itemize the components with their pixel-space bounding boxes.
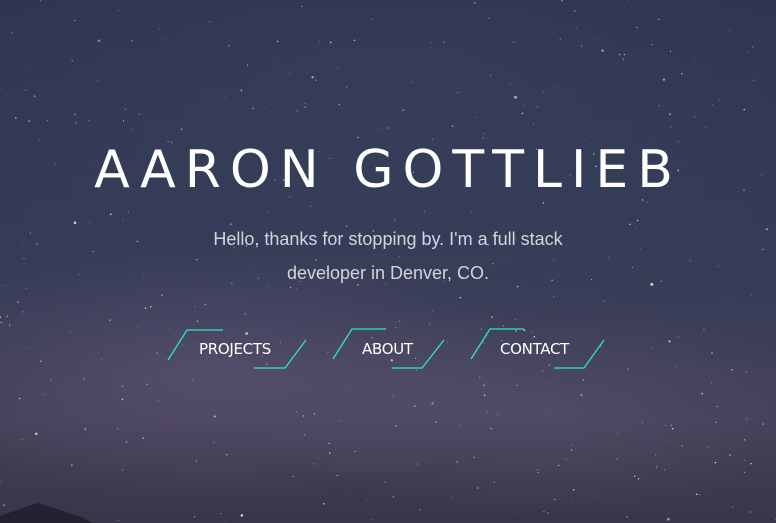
intro-line-1: Hello, thanks for stopping by. I'm a ful… [213,229,563,249]
intro-text: Hello, thanks for stopping by. I'm a ful… [188,222,588,290]
intro-line-2: developer in Denver, CO. [286,263,490,283]
nav-link-contact[interactable]: CONTACT [468,327,608,371]
nav-link-label: CONTACT [500,340,570,358]
hero-section: AARON GOTTLIEB Hello, thanks for stoppin… [0,0,776,523]
nav-link-label: ABOUT [362,340,413,358]
page-title: AARON GOTTLIEB [94,140,682,200]
main-nav: PROJECTS ABOUT CONTACT [0,327,776,371]
nav-link-projects[interactable]: PROJECTS [165,327,310,371]
nav-link-label: PROJECTS [199,340,271,358]
nav-link-about[interactable]: ABOUT [330,327,450,371]
